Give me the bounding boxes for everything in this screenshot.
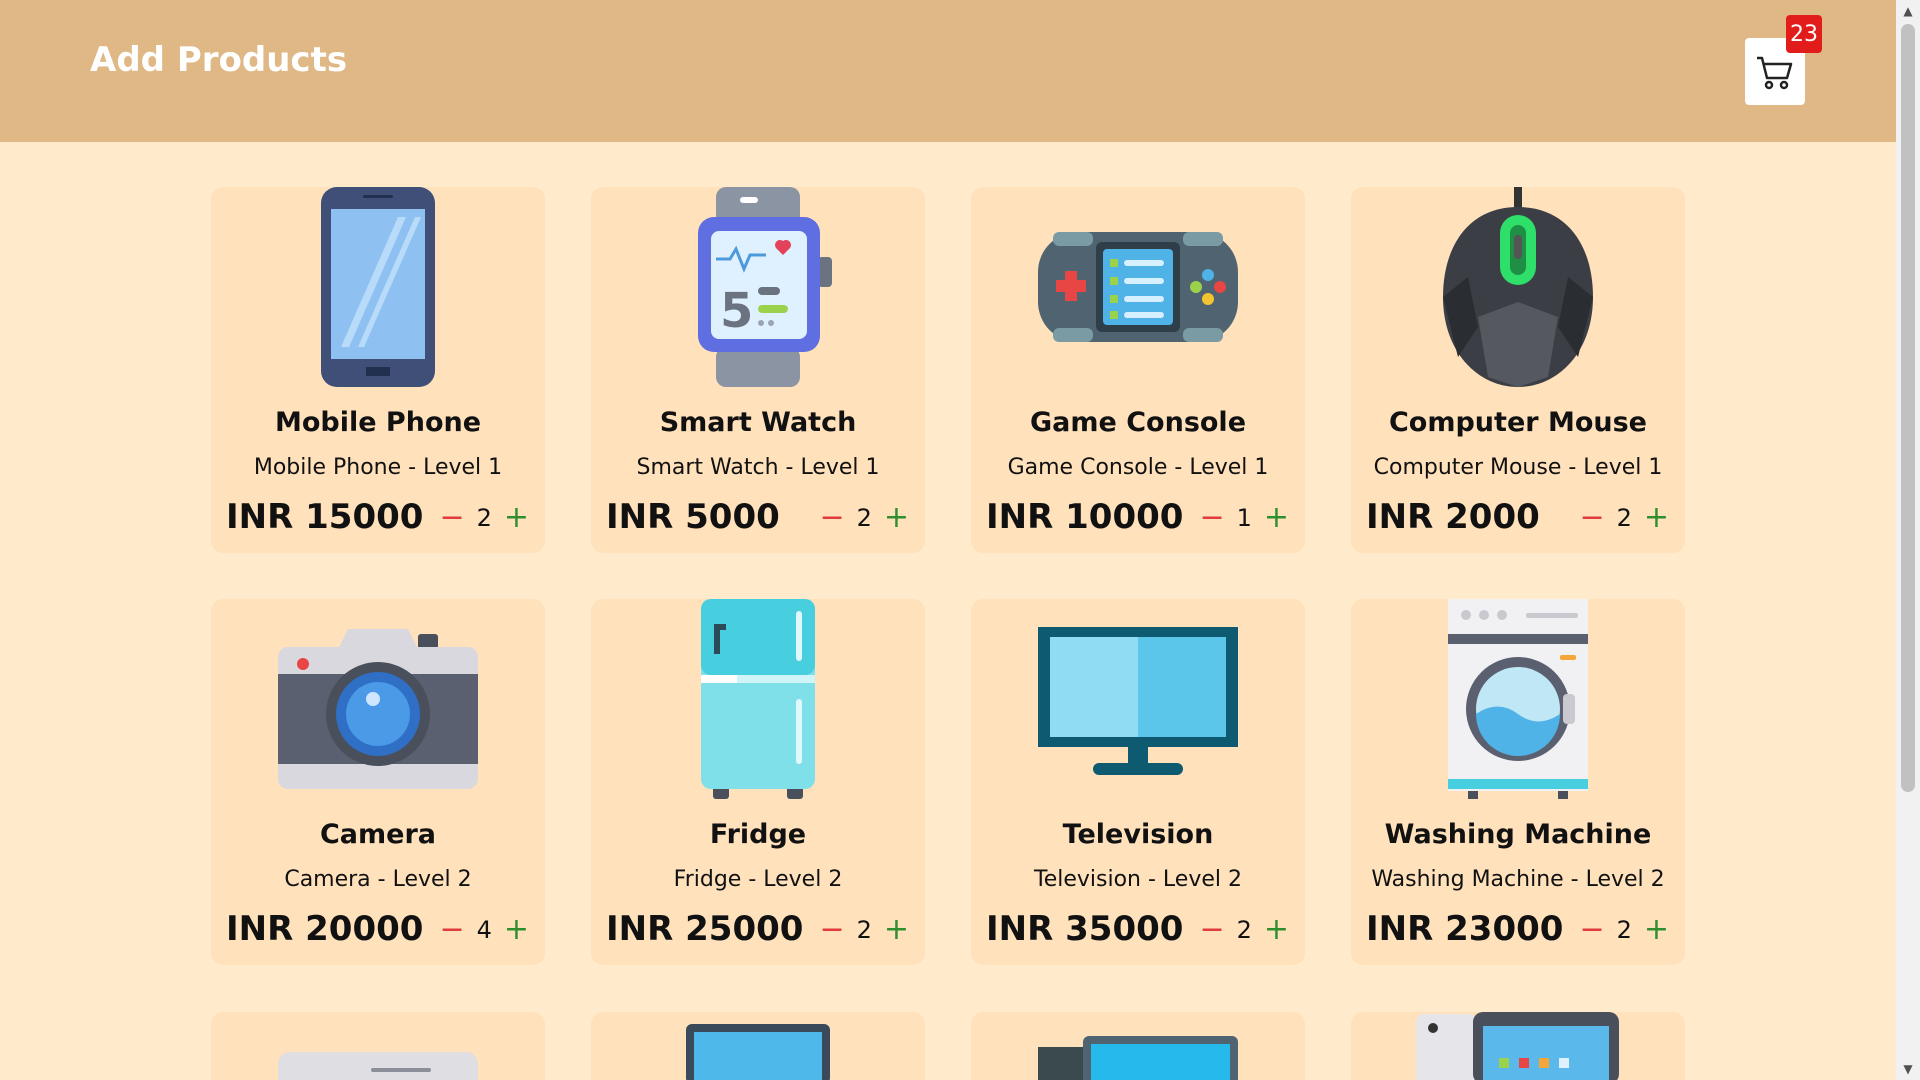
product-card: Television Television - Level 2 INR 3500… [971,599,1305,965]
product-subtitle: Fridge - Level 2 [673,867,843,892]
mobile-phone-icon [321,187,435,387]
product-subtitle: Camera - Level 2 [284,867,472,892]
svg-text:5: 5 [720,283,753,339]
smart-watch-icon: 5 [698,187,832,387]
quantity-value: 2 [1236,916,1252,944]
product-card-partial [1351,1012,1685,1080]
header-bar: Add Products [0,0,1896,142]
quantity-stepper: − 4 + [439,915,529,945]
camera-icon [278,629,478,789]
product-price: INR 25000 [606,909,804,949]
product-name: Television [1062,819,1214,850]
product-card-partial [591,1012,925,1080]
increase-button[interactable]: + [1264,503,1289,533]
computer-mouse-icon [1443,187,1593,387]
quantity-value: 2 [856,504,872,532]
scrollbar-thumb[interactable] [1901,24,1915,792]
product-grid: Mobile Phone Mobile Phone - Level 1 INR … [211,187,1685,965]
page: Add Products 23 Mobile Phone Mobile Phon… [0,0,1920,1080]
cart-icon [1757,56,1793,89]
scroll-up-arrow-icon[interactable]: ▲ [1896,0,1920,22]
quantity-value: 2 [476,504,492,532]
product-price: INR 5000 [606,497,780,537]
washing-machine-icon [1448,599,1588,799]
quantity-stepper: − 1 + [1199,503,1289,533]
increase-button[interactable]: + [1644,503,1669,533]
air-conditioner-icon [278,1052,478,1080]
increase-button[interactable]: + [884,503,909,533]
product-card: Mobile Phone Mobile Phone - Level 1 INR … [211,187,545,553]
product-price: INR 20000 [226,909,424,949]
tablet-icon [1416,1012,1619,1080]
product-name: Camera [319,819,436,850]
decrease-button[interactable]: − [439,503,464,533]
product-name: Smart Watch [659,407,857,438]
quantity-stepper: − 2 + [819,915,909,945]
product-subtitle: Television - Level 2 [1034,867,1242,892]
vertical-scrollbar[interactable]: ▲ ▼ [1896,0,1920,1080]
decrease-button[interactable]: − [819,915,844,945]
quantity-value: 2 [1616,504,1632,532]
product-card-partial [211,1012,545,1080]
product-subtitle: Smart Watch - Level 1 [636,455,880,480]
product-card: 5 Smart Watch Smart Watch - Level 1 INR … [591,187,925,553]
game-console-icon [1038,232,1238,342]
product-card: Camera Camera - Level 2 INR 20000 − 4 + [211,599,545,965]
product-price: INR 2000 [1366,497,1540,537]
laptop-icon [686,1024,830,1080]
decrease-button[interactable]: − [1199,503,1224,533]
quantity-stepper: − 2 + [1579,915,1669,945]
product-subtitle: Computer Mouse - Level 1 [1373,455,1663,480]
product-card: Washing Machine Washing Machine - Level … [1351,599,1685,965]
quantity-value: 4 [476,916,492,944]
product-name: Mobile Phone [274,407,482,438]
decrease-button[interactable]: − [439,915,464,945]
quantity-value: 2 [856,916,872,944]
page-title: Add Products [90,40,348,80]
product-subtitle: Mobile Phone - Level 1 [253,455,503,480]
decrease-button[interactable]: − [1579,915,1604,945]
television-icon [1038,627,1238,775]
desktop-computer-icon [1038,1036,1238,1080]
product-card: Game Console Game Console - Level 1 INR … [971,187,1305,553]
product-price: INR 15000 [226,497,424,537]
decrease-button[interactable]: − [1199,915,1224,945]
quantity-stepper: − 2 + [1199,915,1289,945]
quantity-value: 2 [1616,916,1632,944]
cart-count-badge: 23 [1786,15,1822,53]
decrease-button[interactable]: − [1579,503,1604,533]
increase-button[interactable]: + [504,503,529,533]
product-card: Computer Mouse Computer Mouse - Level 1 … [1351,187,1685,553]
increase-button[interactable]: + [1264,915,1289,945]
product-price: INR 35000 [986,909,1184,949]
product-name: Fridge [709,819,807,850]
quantity-stepper: − 2 + [439,503,529,533]
product-price: INR 23000 [1366,909,1564,949]
quantity-stepper: − 2 + [819,503,909,533]
increase-button[interactable]: + [884,915,909,945]
product-name: Washing Machine [1384,819,1652,850]
quantity-value: 1 [1236,504,1252,532]
scroll-down-arrow-icon[interactable]: ▼ [1896,1058,1920,1080]
product-name: Game Console [1030,407,1246,438]
product-name: Computer Mouse [1388,407,1647,438]
increase-button[interactable]: + [504,915,529,945]
product-card: Fridge Fridge - Level 2 INR 25000 − 2 + [591,599,925,965]
product-price: INR 10000 [986,497,1184,537]
fridge-icon [701,599,815,799]
product-subtitle: Game Console - Level 1 [1007,455,1269,480]
product-subtitle: Washing Machine - Level 2 [1371,867,1665,892]
quantity-stepper: − 2 + [1579,503,1669,533]
increase-button[interactable]: + [1644,915,1669,945]
decrease-button[interactable]: − [819,503,844,533]
product-card-partial [971,1012,1305,1080]
